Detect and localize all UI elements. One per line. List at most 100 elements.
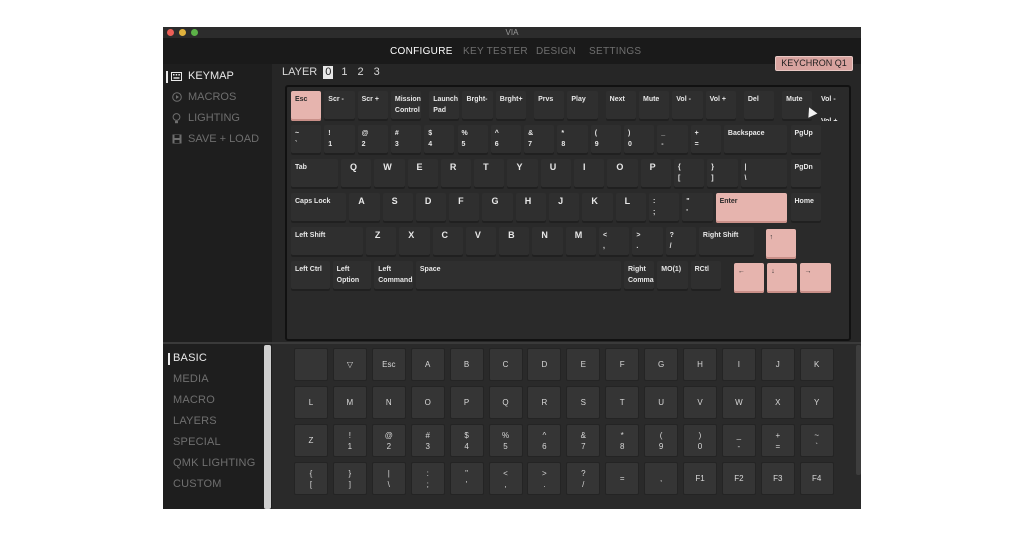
keyboard-key[interactable]: A <box>349 193 380 223</box>
keyboard-key[interactable]: X <box>399 227 430 257</box>
keyboard-key[interactable]: Backspace <box>723 125 788 155</box>
keycode-button[interactable]: M <box>332 386 367 419</box>
keyboard-key[interactable]: @ 2 <box>357 125 388 155</box>
keycode-button[interactable]: ( 9 <box>644 424 679 457</box>
keyboard-key[interactable]: J <box>549 193 580 223</box>
keycode-button[interactable]: J <box>760 348 795 381</box>
keyboard-key[interactable]: L <box>615 193 646 223</box>
keyboard-key[interactable]: Next <box>605 91 636 121</box>
keyboard-key[interactable]: Vol + <box>705 91 736 121</box>
tab-settings[interactable]: SETTINGS <box>589 46 641 57</box>
keyboard-key[interactable]: ^ 6 <box>490 125 522 155</box>
keycode-button[interactable]: * 8 <box>605 424 640 457</box>
category-media[interactable]: MEDIA <box>173 373 209 385</box>
keyboard-key[interactable]: MO(1) <box>657 261 688 291</box>
keyboard-key[interactable]: Right Shift <box>698 227 755 257</box>
keyboard-key[interactable]: O <box>607 159 638 189</box>
keycode-button[interactable]: T <box>605 386 640 419</box>
keycode-button[interactable]: Esc <box>371 348 406 381</box>
keyboard-key[interactable]: ← <box>733 263 765 293</box>
keyboard-key[interactable]: Scr + <box>357 91 388 121</box>
keyboard-key[interactable]: Y <box>507 159 538 189</box>
keyboard-key[interactable]: Z <box>365 227 397 257</box>
keyboard-key[interactable]: Del <box>743 91 775 121</box>
keycode-button[interactable]: R <box>527 386 562 419</box>
keycode-button[interactable]: U <box>644 386 679 419</box>
keycode-button[interactable]: F3 <box>760 462 795 495</box>
category-basic[interactable]: BASIC <box>167 352 207 365</box>
keyboard-key[interactable]: PgDn <box>790 159 821 189</box>
keycode-button[interactable]: N <box>371 386 406 419</box>
keyboard-key[interactable]: } ] <box>707 159 738 189</box>
keyboard-key[interactable]: : ; <box>648 193 680 223</box>
keyboard-key[interactable]: ? / <box>665 227 696 257</box>
keyboard-key[interactable]: H <box>515 193 547 223</box>
keycode-button[interactable]: ) 0 <box>683 424 717 457</box>
keycode-button[interactable]: E <box>566 348 601 381</box>
keyboard-key[interactable]: ) 0 <box>624 125 655 155</box>
keyboard-key[interactable]: W <box>374 159 405 189</box>
keycode-button[interactable]: ^ 6 <box>527 424 562 457</box>
keycode-button[interactable]: D <box>527 348 562 381</box>
keycode-button[interactable]: , <box>644 462 679 495</box>
keycode-button[interactable]: F4 <box>799 462 834 495</box>
keyboard-key[interactable]: { [ <box>673 159 705 189</box>
keyboard-key[interactable]: ↓ <box>767 263 798 293</box>
keycode-button[interactable]: | \ <box>371 462 406 495</box>
keyboard-key[interactable]: Home <box>790 193 821 223</box>
keyboard-key[interactable]: Left Command <box>374 261 413 291</box>
keyboard-key[interactable]: $ 4 <box>424 125 455 155</box>
keycode-button[interactable]: " ' <box>449 462 484 495</box>
keyboard-key[interactable]: F <box>449 193 480 223</box>
keycode-button[interactable]: F2 <box>721 462 756 495</box>
keycode-button[interactable]: C <box>488 348 523 381</box>
keycode-button[interactable]: % 5 <box>488 424 523 457</box>
keyboard-key[interactable]: Prvs <box>534 91 565 121</box>
keyboard-key[interactable]: & 7 <box>524 125 555 155</box>
keycode-button[interactable]: F1 <box>683 462 717 495</box>
keyboard-key[interactable]: ! 1 <box>324 125 355 155</box>
keyboard-key[interactable]: ( 9 <box>590 125 621 155</box>
keyboard-key[interactable]: Caps Lock <box>291 193 347 223</box>
keycode-button[interactable]: L <box>294 386 328 419</box>
keyboard-key[interactable]: Tab <box>291 159 338 189</box>
keyboard-key[interactable]: Vol - <box>672 91 703 121</box>
keyboard-key[interactable]: RCtl <box>690 261 721 291</box>
keycode-button[interactable]: S <box>566 386 601 419</box>
tab-key-tester[interactable]: KEY TESTER <box>463 46 528 57</box>
keycode-button[interactable]: O <box>410 386 445 419</box>
keyboard-key[interactable]: | \ <box>740 159 788 189</box>
keyboard-key[interactable]: Q <box>340 159 372 189</box>
keyboard-key[interactable]: M <box>565 227 597 257</box>
keyboard-key[interactable]: Mission Control <box>390 91 422 121</box>
keycode-button[interactable]: W <box>721 386 756 419</box>
category-special[interactable]: SPECIAL <box>173 436 221 448</box>
keycode-button[interactable]: ? / <box>566 462 601 495</box>
keyboard-key[interactable]: Launch Pad <box>429 91 460 121</box>
keyboard-key[interactable]: → <box>800 263 831 293</box>
category-layers[interactable]: LAYERS <box>173 415 217 427</box>
category-qmk-lighting[interactable]: QMK LIGHTING <box>173 457 255 469</box>
keyboard-key[interactable]: " ' <box>682 193 713 223</box>
keyboard-key[interactable]: Space <box>415 261 621 291</box>
sidebar-item-save-load[interactable]: SAVE + LOAD <box>171 133 259 145</box>
keycode-button[interactable]: ! 1 <box>332 424 367 457</box>
keyboard-key[interactable]: U <box>540 159 572 189</box>
keyboard-key[interactable]: Left Option <box>332 261 372 291</box>
keyboard-key[interactable]: B <box>499 227 530 257</box>
keyboard-key[interactable]: Left Shift <box>291 227 363 257</box>
keyboard-key[interactable]: Play <box>567 91 598 121</box>
keyboard-key[interactable]: ↑ <box>765 229 796 259</box>
keyboard-key[interactable]: C <box>432 227 463 257</box>
sidebar-item-keymap[interactable]: KEYMAP <box>166 70 234 83</box>
layer-2-button[interactable]: 2 <box>356 66 366 79</box>
keyboard-key[interactable]: _ - <box>657 125 688 155</box>
keycode-button[interactable]: $ 4 <box>449 424 484 457</box>
keycode-button[interactable]: : ; <box>410 462 445 495</box>
tab-design[interactable]: DESIGN <box>536 46 576 57</box>
keyboard-key[interactable]: PgUp <box>790 125 821 155</box>
keyboard-key[interactable]: Scr - <box>324 91 355 121</box>
category-macro[interactable]: MACRO <box>173 394 215 406</box>
keycode-button[interactable]: ▽ <box>332 348 367 381</box>
keycode-button[interactable]: } ] <box>332 462 367 495</box>
